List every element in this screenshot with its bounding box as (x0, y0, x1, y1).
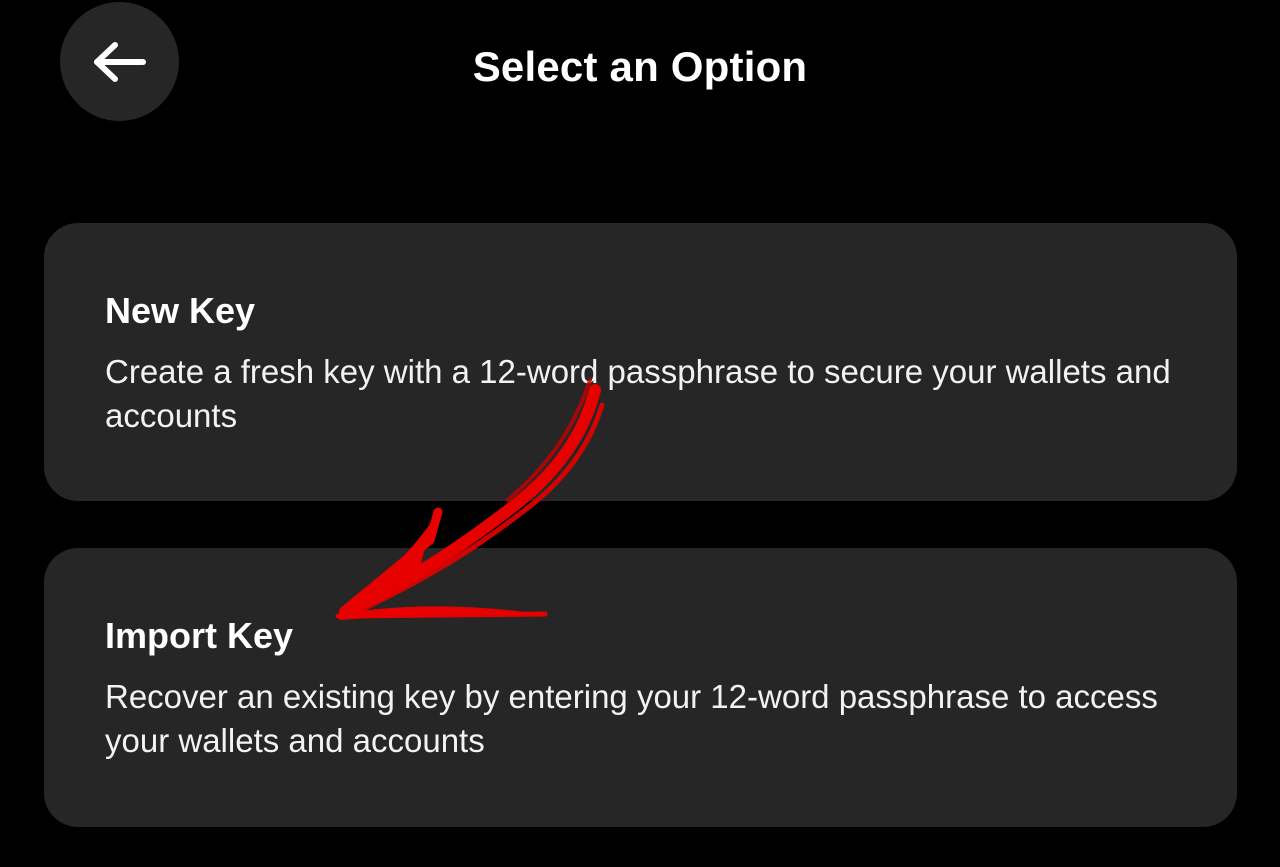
page-title: Select an Option (472, 43, 808, 90)
new-key-option-card[interactable]: New Key Create a fresh key with a 12-wor… (44, 223, 1237, 501)
import-key-option-card[interactable]: Import Key Recover an existing key by en… (44, 548, 1237, 827)
select-option-screen: Select an Option New Key Create a fresh … (0, 0, 1280, 867)
import-key-title: Import Key (105, 615, 294, 656)
new-key-description: Create a fresh key with a 12-word passph… (105, 353, 1171, 434)
new-key-title: New Key (105, 290, 256, 331)
import-key-description: Recover an existing key by entering your… (105, 678, 1158, 759)
